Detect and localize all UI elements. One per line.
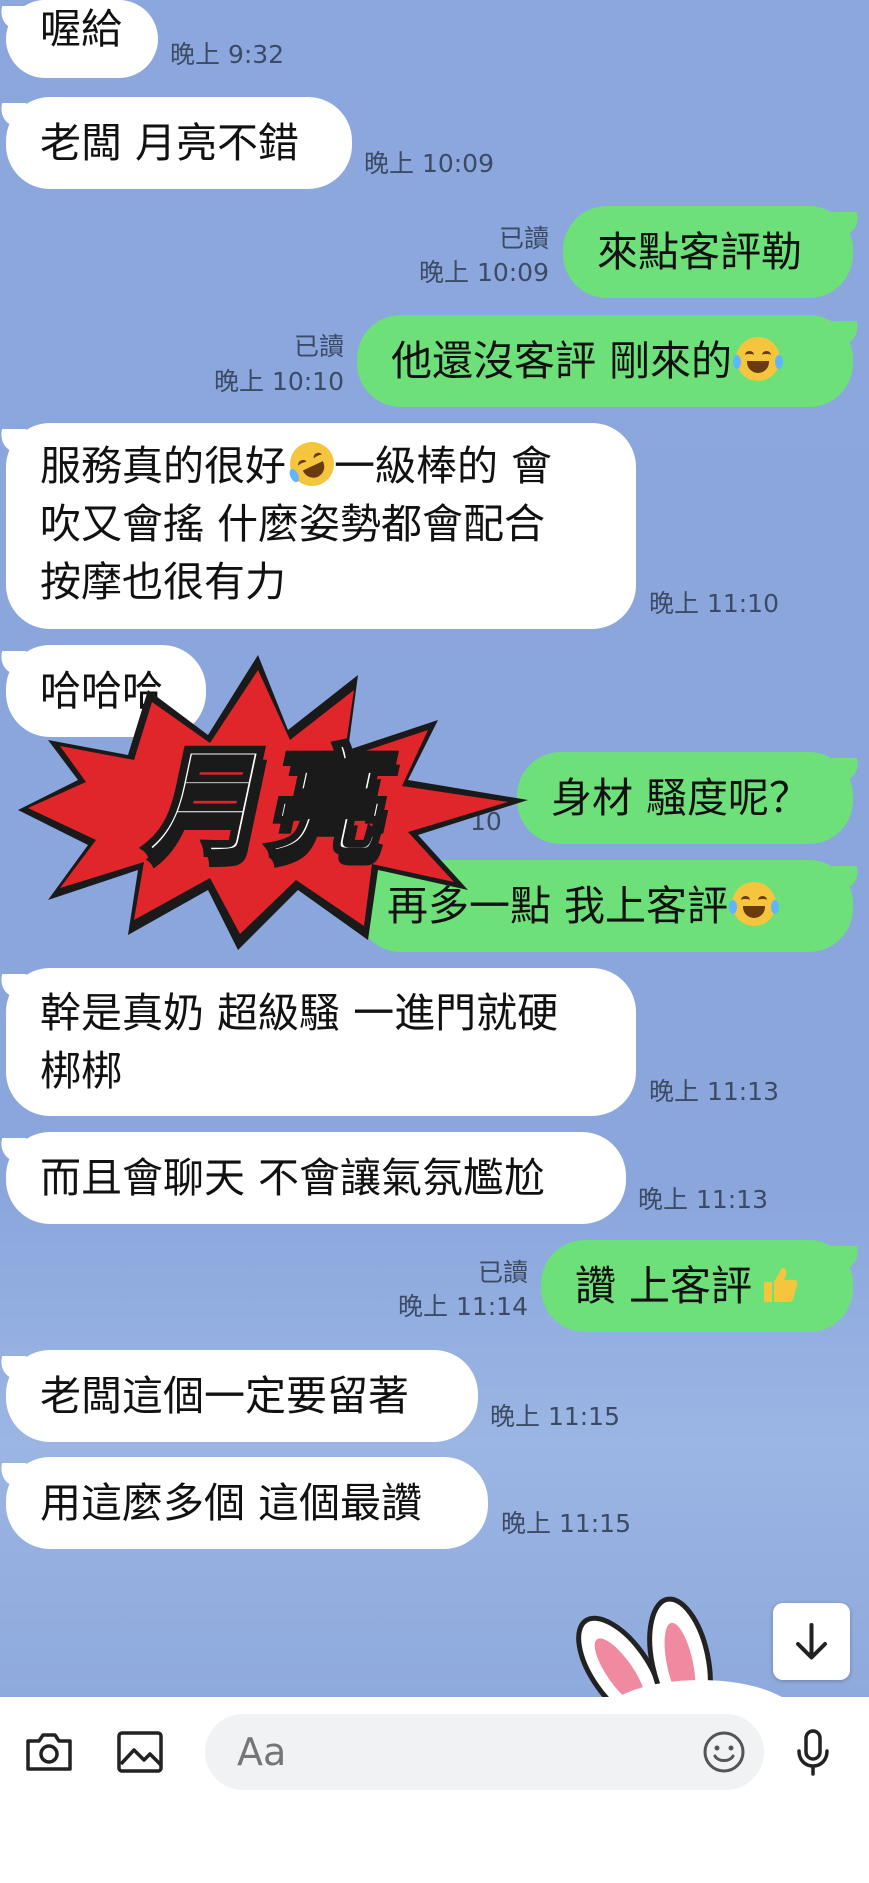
scroll-to-bottom-button[interactable]: [773, 1603, 850, 1680]
bunny-character-image: [576, 1596, 782, 1697]
message-bubble-incoming[interactable]: 老闆 月亮不錯: [6, 97, 352, 189]
message-bubble-outgoing[interactable]: 身材 騷度呢？: [517, 752, 853, 844]
thumbs-up-emoji-icon: [756, 1246, 800, 1302]
camera-icon: [26, 1733, 72, 1771]
smiley-icon: [703, 1731, 745, 1773]
message-line: 幹是真奶 超級騷 一進門就硬: [40, 989, 559, 1037]
message-text: 喔給: [40, 5, 122, 53]
read-receipt: 已讀: [498, 224, 549, 253]
message-time: 晚上 11:13: [649, 1077, 779, 1106]
message-bubble-incoming[interactable]: 老闆這個一定要留著: [6, 1350, 478, 1442]
message-text: 而且會聊天 不會讓氣氛尷尬: [40, 1154, 546, 1202]
message-time: 晚上 10:09: [364, 149, 494, 178]
message-time: 晚上 9:32: [170, 40, 285, 69]
message-time: 晚上 11:15: [490, 1402, 620, 1431]
image-icon: [117, 1731, 163, 1773]
message-bubble-incoming[interactable]: 而且會聊天 不會讓氣氛尷尬: [6, 1132, 626, 1224]
rolling-laugh-emoji-icon: [282, 434, 342, 494]
message-composer-bar: [0, 1697, 869, 1883]
message-line: 服務真的很好 一級棒的 會: [40, 434, 602, 495]
message-bubble-incoming[interactable]: 服務真的很好 一級棒的 會 吹又會搖 什麼姿勢都會配合 按摩也很有力: [6, 423, 636, 629]
message-bubble-incoming[interactable]: 用這麼多個 這個最讚: [6, 1457, 488, 1549]
message-text: 讚 上客評: [575, 1262, 753, 1310]
read-receipt: 已讀: [477, 1258, 528, 1287]
moon-burst-sticker: 月亮 月亮: [18, 655, 528, 950]
sticker-text: 月亮: [137, 732, 407, 872]
message-bubble-outgoing[interactable]: 讚 上客評: [541, 1240, 853, 1332]
arrow-down-icon: [796, 1623, 827, 1660]
message-bubble-incoming[interactable]: 幹是真奶 超級騷 一進門就硬 梆梆: [6, 968, 636, 1116]
message-text: 他還沒客評 剛來的: [391, 337, 733, 385]
message-bubble-outgoing[interactable]: 他還沒客評 剛來的: [357, 315, 853, 407]
message-time: 晚上 11:14: [398, 1292, 528, 1321]
message-time: 晚上 10:09: [419, 258, 549, 287]
message-line: 按摩也很有力: [40, 558, 286, 606]
laughing-tears-emoji-icon: [733, 337, 784, 381]
camera-button[interactable]: [19, 1722, 79, 1782]
message-text: 身材 騷度呢？: [551, 774, 811, 822]
message-line: 吹又會搖 什麼姿勢都會配合: [40, 500, 546, 548]
message-bubble-incoming[interactable]: 喔給: [6, 0, 158, 78]
message-text: 老闆這個一定要留著: [40, 1372, 409, 1420]
message-text: 用這麼多個 這個最讚: [40, 1479, 423, 1527]
laughing-tears-emoji-icon: [729, 882, 780, 926]
message-bubble-outgoing[interactable]: 來點客評勒: [563, 206, 853, 298]
chat-area[interactable]: 喔給 晚上 9:32 老闆 月亮不錯 晚上 10:09 已讀 晚上 10:09 …: [0, 0, 869, 1697]
message-time: 晚上 11:13: [638, 1185, 768, 1214]
message-input[interactable]: [205, 1714, 764, 1790]
message-time: 晚上 10:10: [214, 367, 344, 396]
message-text: 老闆 月亮不錯: [40, 119, 300, 167]
read-receipt: 已讀: [293, 332, 344, 361]
message-text: 來點客評勒: [597, 228, 802, 276]
message-line: 梆梆: [40, 1047, 122, 1095]
microphone-icon: [797, 1729, 829, 1776]
emoji-button[interactable]: [694, 1722, 754, 1782]
microphone-button[interactable]: [783, 1722, 843, 1782]
message-time: 晚上 11:15: [501, 1509, 631, 1538]
gallery-button[interactable]: [110, 1722, 170, 1782]
message-time: 晚上 11:10: [649, 589, 779, 618]
